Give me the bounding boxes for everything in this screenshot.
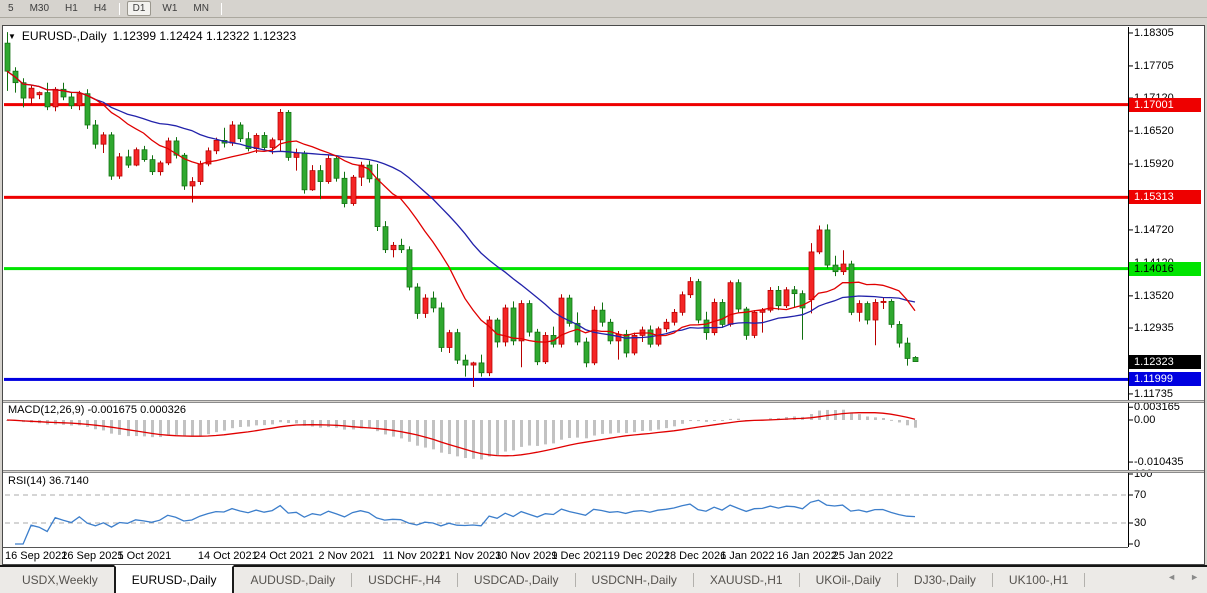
date-axis-label[interactable]: 6 Jan 2022 [720,550,774,562]
date-axis-label[interactable]: 14 Oct 2021 [198,550,258,562]
date-axis-label[interactable]: 9 Dec 2021 [551,550,607,562]
macd-axis-tick[interactable]: -0.010435 [1134,456,1204,468]
chart-window[interactable] [2,25,1205,565]
date-axis-label[interactable]: 11 Nov 2021 [383,550,445,562]
date-axis-label[interactable]: 5 Oct 2021 [117,550,171,562]
price-axis-tick[interactable]: 1.14720 [1134,224,1204,236]
price-axis-tick[interactable]: 1.12935 [1134,322,1204,334]
date-axis-label[interactable]: 21 Nov 2021 [439,550,501,562]
date-axis-label[interactable]: 19 Dec 2021 [608,550,670,562]
date-axis-label[interactable]: 2 Nov 2021 [318,550,374,562]
date-axis-label[interactable]: 30 Nov 2021 [495,550,557,562]
price-axis-tick[interactable]: 1.16520 [1134,125,1204,137]
date-axis-label[interactable]: 26 Sep 2021 [61,550,123,562]
price-axis-tick[interactable]: 1.18305 [1134,27,1204,39]
price-level-badge: 1.17001 [1129,98,1201,112]
price-level-badge: 1.14016 [1129,262,1201,276]
symbol-label: EURUSD-,Daily [22,29,107,43]
rsi-axis-tick[interactable]: 0 [1134,538,1204,550]
date-axis-label[interactable]: 16 Jan 2022 [776,550,837,562]
tab-scroll-right-icon[interactable]: ► [1190,572,1199,582]
rsi-indicator-label: RSI(14) 36.7140 [8,475,89,487]
chart-tab-eurusd-daily[interactable]: EURUSD-,Daily [114,565,235,593]
tab-scroll-left-icon[interactable]: ◄ [1167,572,1176,582]
chart-symbol-header: ▼ EURUSD-,Daily 1.12399 1.12424 1.12322 … [8,29,296,43]
pane-splitter-macd[interactable] [3,400,1204,403]
macd-axis-tick[interactable]: 0.003165 [1134,401,1204,413]
macd-indicator-label: MACD(12,26,9) -0.001675 0.000326 [8,404,186,416]
rsi-axis-tick[interactable]: 30 [1134,517,1204,529]
date-axis-label[interactable]: 24 Oct 2021 [254,550,314,562]
tab-scroll-arrows: ◄ ► [1167,572,1199,582]
macd-axis-tick[interactable]: 0.00 [1134,414,1204,426]
date-axis-label[interactable]: 25 Jan 2022 [833,550,894,562]
symbol-dropdown-icon[interactable]: ▼ [8,32,16,41]
date-axis-label[interactable]: 28 Dec 2021 [664,550,726,562]
date-axis-label[interactable]: 16 Sep 2021 [5,550,67,562]
rsi-axis-tick[interactable]: 70 [1134,489,1204,501]
price-axis-tick[interactable]: 1.15920 [1134,158,1204,170]
price-axis-tick[interactable]: 1.17705 [1134,60,1204,72]
current-price-badge: 1.12323 [1129,355,1201,369]
price-level-badge: 1.15313 [1129,190,1201,204]
chart-canvas[interactable] [0,0,1207,593]
price-level-badge: 1.11999 [1129,372,1201,386]
price-axis-tick[interactable]: 1.13520 [1134,290,1204,302]
pane-splitter-rsi[interactable] [3,470,1204,473]
price-axis-tick[interactable]: 1.11735 [1134,388,1204,400]
ohlc-values: 1.12399 1.12424 1.12322 1.12323 [113,29,297,43]
